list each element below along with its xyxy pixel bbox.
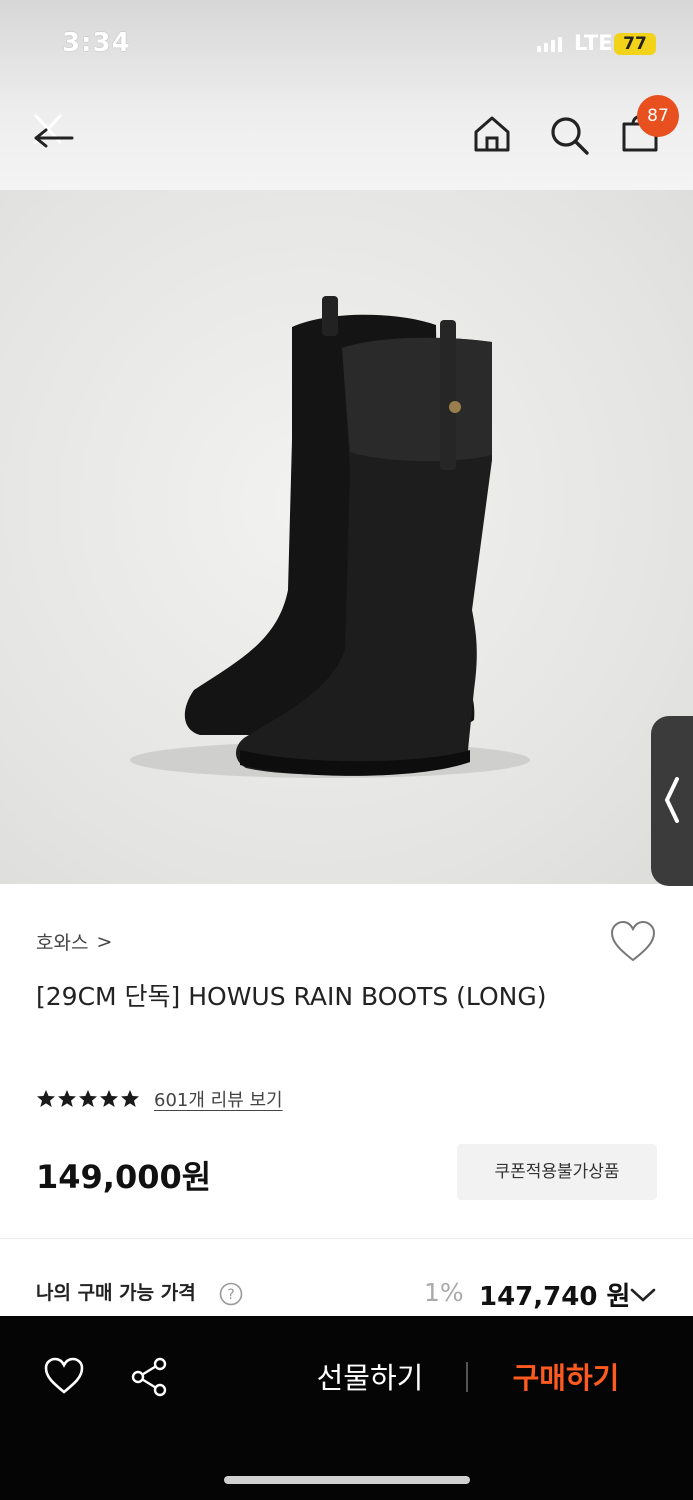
product-title: [29CM 단독] HOWUS RAIN BOOTS (LONG) (36, 982, 547, 1011)
header-area: 3:34 LTE 77 87 (0, 0, 693, 190)
rain-boots-image (130, 296, 530, 778)
divider (0, 1238, 693, 1239)
gift-button[interactable]: 선물하기 (302, 1356, 438, 1400)
back-arrow-icon (34, 114, 74, 148)
button-separator (466, 1362, 468, 1392)
network-label: LTE (574, 31, 613, 55)
star-icon (79, 1090, 97, 1107)
brand-link[interactable]: 호와스 > (36, 928, 112, 955)
brand-name: 호와스 (36, 932, 89, 954)
svg-text:?: ? (227, 1287, 234, 1303)
chevron-right-icon: > (96, 930, 113, 953)
chevron-down-icon[interactable] (629, 1284, 657, 1306)
rating-row: 601개 리뷰 보기 (36, 1086, 283, 1112)
heart-icon[interactable] (44, 1356, 84, 1396)
bottom-action-bar (0, 1316, 693, 1500)
home-icon (474, 116, 510, 152)
star-icon (100, 1090, 118, 1107)
coupon-badge: 쿠폰적용불가상품 (457, 1144, 657, 1200)
product-detail-page: 3:34 LTE 77 87 호와스 > [29CM 단독] HOWUS RAI… (0, 0, 693, 1500)
battery-indicator: 77 (614, 33, 656, 55)
wishlist-heart-icon[interactable] (610, 920, 656, 964)
home-button[interactable] (470, 112, 514, 156)
back-button[interactable] (28, 104, 80, 156)
star-rating (36, 1089, 140, 1109)
status-time: 3:34 (62, 28, 131, 58)
my-price-value: 147,740 원 (479, 1282, 631, 1312)
product-image[interactable] (0, 190, 693, 884)
search-button[interactable] (546, 112, 592, 158)
my-price-label: 나의 구매 가능 가격 (36, 1282, 196, 1304)
review-link[interactable]: 601개 리뷰 보기 (154, 1086, 283, 1112)
my-price-discount-rate: 1% (424, 1278, 464, 1307)
product-price: 149,000원 (36, 1158, 212, 1196)
cart-count-badge: 87 (637, 95, 679, 137)
question-icon[interactable]: ? (219, 1282, 243, 1306)
share-icon[interactable] (130, 1356, 170, 1398)
signal-icon (537, 36, 562, 52)
chevron-left-icon (664, 777, 679, 823)
home-indicator[interactable] (224, 1476, 470, 1484)
star-icon (121, 1090, 139, 1107)
search-icon (551, 117, 589, 155)
star-icon (58, 1090, 76, 1107)
star-icon (37, 1090, 55, 1107)
buy-button[interactable]: 구매하기 (498, 1356, 634, 1400)
